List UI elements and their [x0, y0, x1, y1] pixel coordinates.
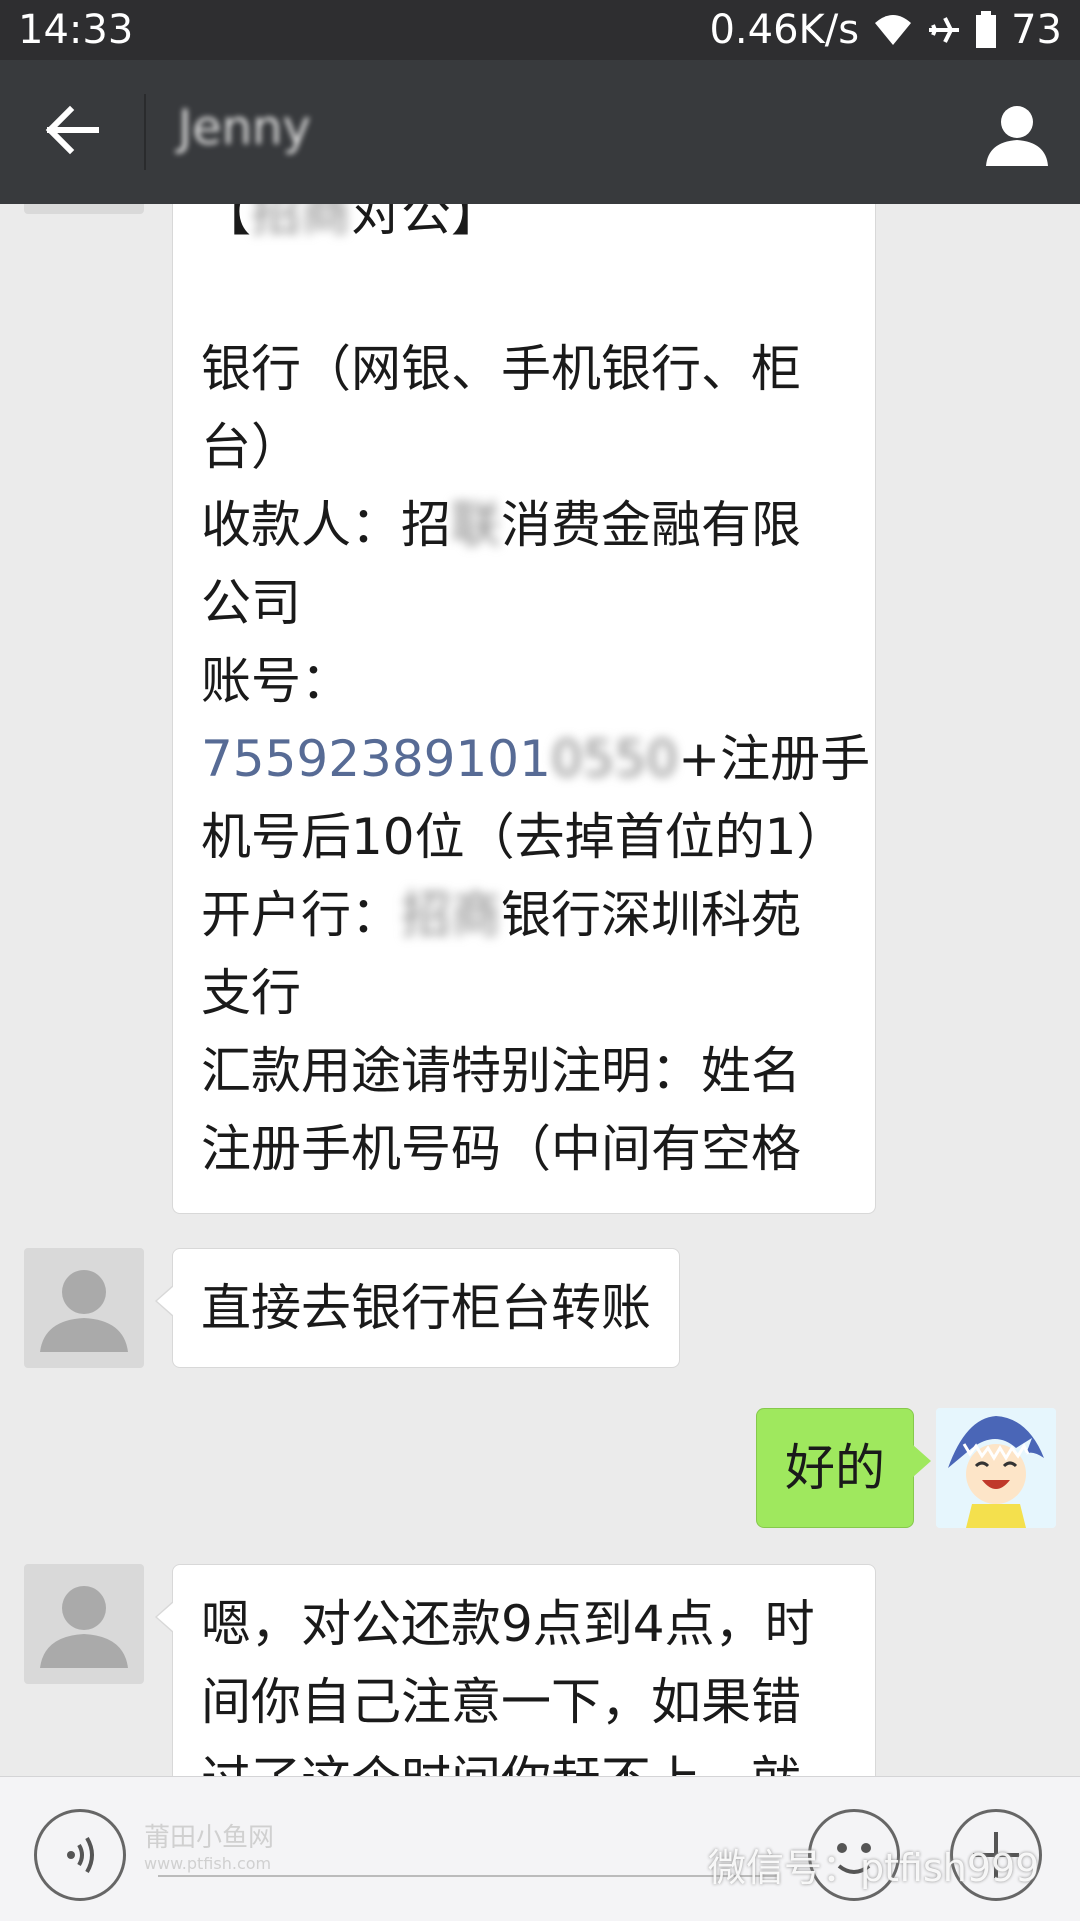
wifi-icon — [875, 15, 912, 45]
watermark-logo-text: 莆田小鱼网 — [144, 1823, 275, 1853]
airplane-icon — [929, 17, 960, 43]
message-bubble[interactable]: 直接去银行柜台转账 — [155, 1248, 680, 1368]
contact-profile-icon[interactable] — [982, 100, 1052, 170]
message-line: 账号： — [201, 652, 351, 710]
message-line: 台） — [201, 418, 301, 476]
default-avatar-icon — [40, 1270, 128, 1352]
voice-input-button[interactable] — [34, 1809, 126, 1901]
avatar[interactable] — [24, 1248, 144, 1368]
default-avatar-icon — [40, 1586, 128, 1668]
message-line: 注册手机号码（中间有空格 — [201, 1120, 801, 1178]
chat-title: Jenny — [178, 100, 311, 156]
message-line: 开户行：招商银行深圳科苑 — [201, 886, 801, 944]
message-text: 好的 — [785, 1439, 885, 1497]
watermark-url: www.ptfish.com — [144, 1854, 272, 1873]
message-line: 【招商对公】 — [201, 204, 501, 242]
message-line: 嗯，对公还款9点到4点，时 — [201, 1595, 815, 1653]
message-bubble-outgoing[interactable]: 好的 — [756, 1408, 931, 1528]
message-line — [201, 252, 847, 330]
avatar[interactable] — [24, 1564, 144, 1684]
message-line: 汇款用途请特别注明：姓名 — [201, 1042, 801, 1100]
avatar-self[interactable] — [936, 1408, 1056, 1528]
header-divider — [144, 94, 146, 170]
watermark-logo: 莆田小鱼网 www.ptfish.com — [144, 1817, 274, 1873]
message-text-field[interactable] — [158, 1875, 778, 1877]
status-time: 14:33 — [18, 7, 134, 53]
message-text: 直接去银行柜台转账 — [201, 1279, 651, 1337]
message-line: 机号后10位（去掉首位的1） — [201, 808, 847, 866]
message-bubble-bank-info[interactable]: 【招商对公】 银行（网银、手机银行、柜 台） 收款人：招联消费金融有限 公司 账… — [172, 204, 876, 1214]
avatar[interactable] — [24, 204, 144, 214]
message-line: 收款人：招联消费金融有限 — [201, 496, 801, 554]
account-number-link[interactable]: 75592389101 — [201, 730, 551, 788]
message-line: 公司 — [201, 574, 301, 632]
chat-message-list[interactable]: 【招商对公】 银行（网银、手机银行、柜 台） 收款人：招联消费金融有限 公司 账… — [0, 204, 1080, 1776]
cartoon-avatar-icon — [936, 1408, 1056, 1528]
message-line: 支行 — [201, 964, 301, 1022]
account-number-line: 755923891010550+注册手 — [201, 730, 871, 788]
battery-icon — [976, 11, 997, 48]
status-bar: 14:33 0.46K/s 73 — [0, 0, 1080, 60]
message-bubble[interactable]: 嗯，对公还款9点到4点，时 间你自己注意一下，如果错 过了这个时间你赶不上，就 — [155, 1564, 876, 1776]
chat-input-bar: 莆田小鱼网 www.ptfish.com 微信号：ptfish999 — [0, 1776, 1080, 1921]
message-line: 间你自己注意一下，如果错 — [201, 1673, 801, 1731]
message-line: 银行（网银、手机银行、柜 — [201, 340, 801, 398]
battery-level: 73 — [1011, 7, 1062, 53]
back-arrow-icon[interactable] — [36, 94, 108, 166]
chat-header: Jenny — [0, 60, 1080, 204]
message-line: 过了这个时间你赶不上，就 — [201, 1741, 847, 1776]
status-indicators: 0.46K/s 73 — [709, 6, 1062, 54]
network-speed: 0.46K/s — [709, 7, 860, 53]
voice-input-icon — [67, 1836, 94, 1874]
watermark-wechat-id: 微信号：ptfish999 — [708, 1846, 1040, 1890]
